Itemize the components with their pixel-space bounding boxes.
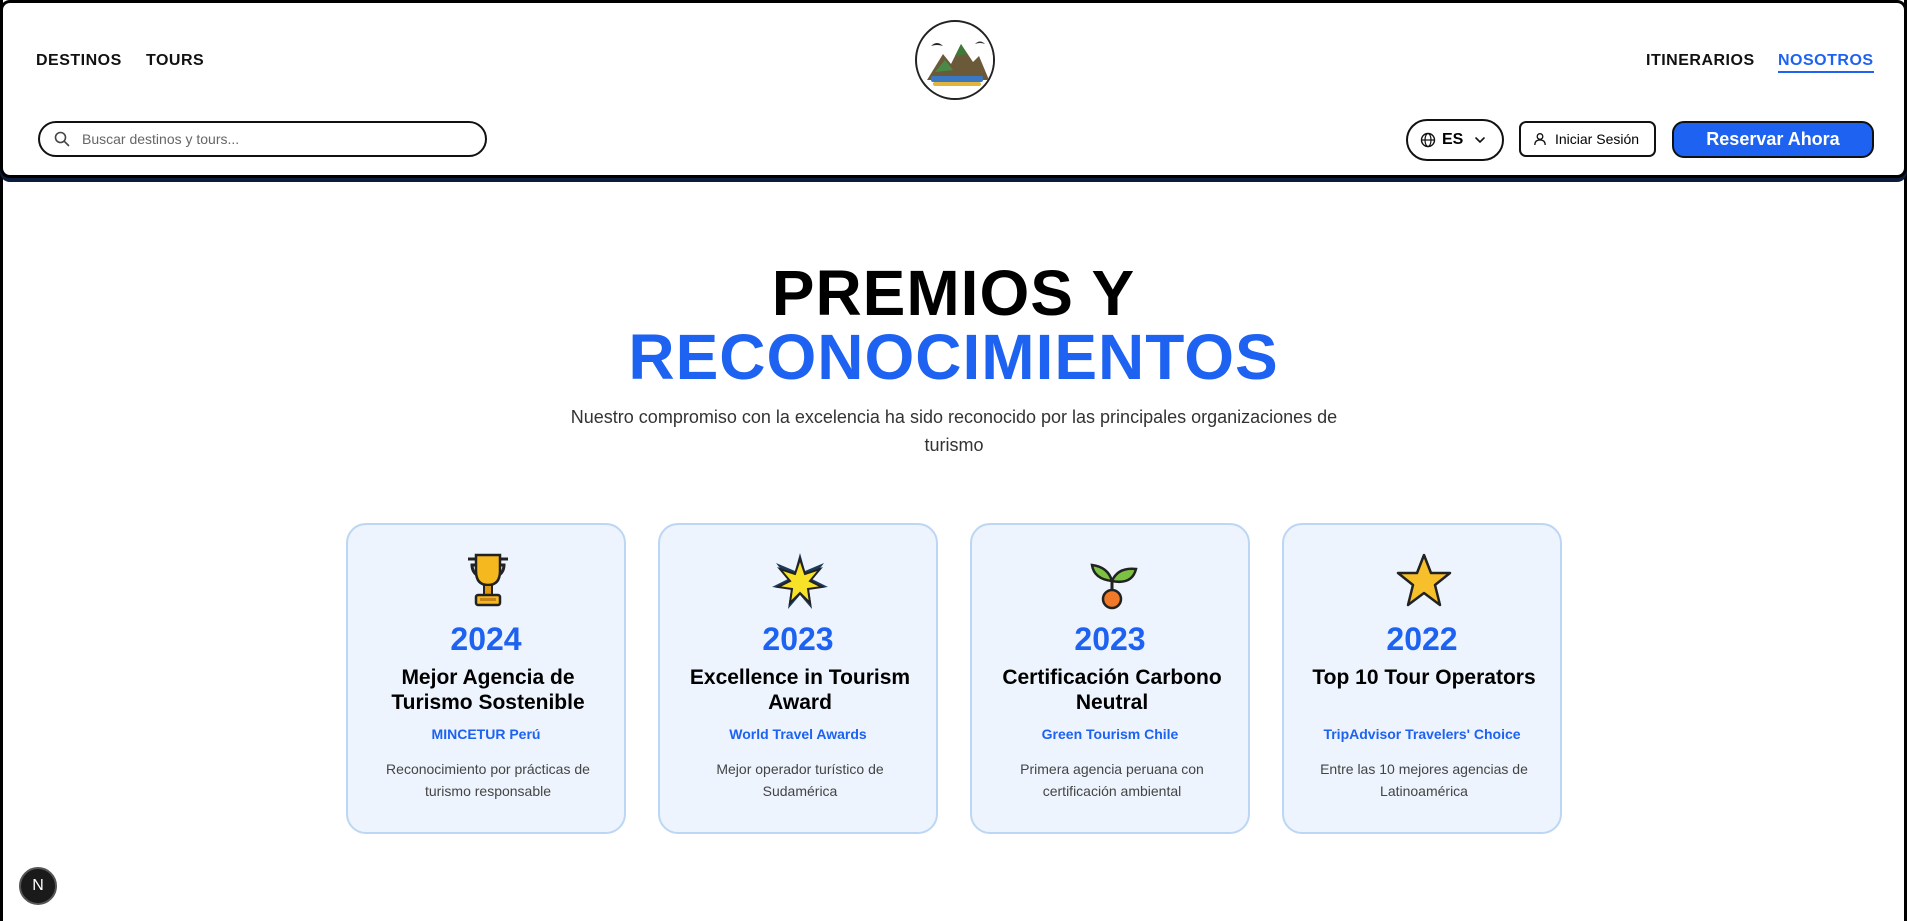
award-organization: Green Tourism Chile	[1041, 726, 1179, 742]
language-value: ES	[1442, 131, 1464, 148]
award-name: Excellence in Tourism Award	[689, 666, 911, 714]
award-description: Entre las 10 mejores agencias de Latinoa…	[1320, 761, 1528, 799]
award-name: Mejor Agencia de Turismo Sostenible	[391, 666, 585, 714]
award-organization: TripAdvisor Travelers' Choice	[1323, 726, 1521, 742]
award-name: Certificación Carbono Neutral	[1002, 666, 1222, 714]
language-selector[interactable]: ES	[1406, 119, 1504, 161]
award-year: 2023	[1074, 621, 1146, 657]
award-year: 2024	[450, 621, 522, 657]
page-title-line1: PREMIOS Y	[771, 257, 1136, 329]
search-input[interactable]	[82, 131, 462, 147]
trophy-icon	[468, 553, 508, 607]
login-label: Iniciar Sesión	[1555, 131, 1640, 147]
nav-nosotros[interactable]: NOSOTROS	[1778, 52, 1874, 73]
search-icon	[54, 131, 70, 147]
award-organization: MINCETUR Perú	[431, 726, 541, 742]
award-card: 2023 Excellence in Tourism Award World T…	[658, 523, 938, 834]
search-bar[interactable]	[38, 121, 487, 157]
page-title-line2: RECONOCIMIENTOS	[628, 321, 1279, 393]
award-description: Reconocimiento por prácticas de turismo …	[386, 761, 590, 799]
award-organization: World Travel Awards	[729, 726, 867, 742]
nav-destinos[interactable]: DESTINOS	[36, 52, 122, 70]
mountain-logo-icon	[919, 24, 993, 98]
award-description: Mejor operador turístico de Sudamérica	[716, 761, 884, 799]
award-card: 2022 Top 10 Tour Operators TripAdvisor T…	[1282, 523, 1562, 834]
award-name: Top 10 Tour Operators	[1312, 666, 1536, 689]
chevron-down-icon	[1475, 137, 1486, 144]
seedling-icon	[1090, 563, 1138, 610]
star-icon	[1396, 553, 1452, 607]
nav-itinerarios[interactable]: ITINERARIOS	[1646, 52, 1755, 70]
page-subtitle: Nuestro compromiso con la excelencia ha …	[570, 407, 1338, 455]
award-year: 2022	[1386, 621, 1458, 657]
reserve-button[interactable]: Reservar Ahora	[1672, 121, 1874, 158]
glowing-star-icon	[772, 553, 828, 609]
login-button[interactable]: Iniciar Sesión	[1519, 121, 1656, 157]
globe-icon	[1420, 132, 1436, 148]
award-year: 2023	[762, 621, 834, 657]
award-card: 2023 Certificación Carbono Neutral Green…	[970, 523, 1250, 834]
site-header: DESTINOS TOURS ITINERARIOS NOSOTROS ES	[0, 0, 1907, 178]
site-logo[interactable]	[915, 20, 995, 100]
nextjs-dev-badge[interactable]: N	[19, 867, 57, 905]
award-description: Primera agencia peruana con certificació…	[1020, 761, 1204, 799]
nav-tours[interactable]: TOURS	[146, 52, 204, 70]
award-card: 2024 Mejor Agencia de Turismo Sostenible…	[346, 523, 626, 834]
user-icon	[1534, 133, 1546, 146]
